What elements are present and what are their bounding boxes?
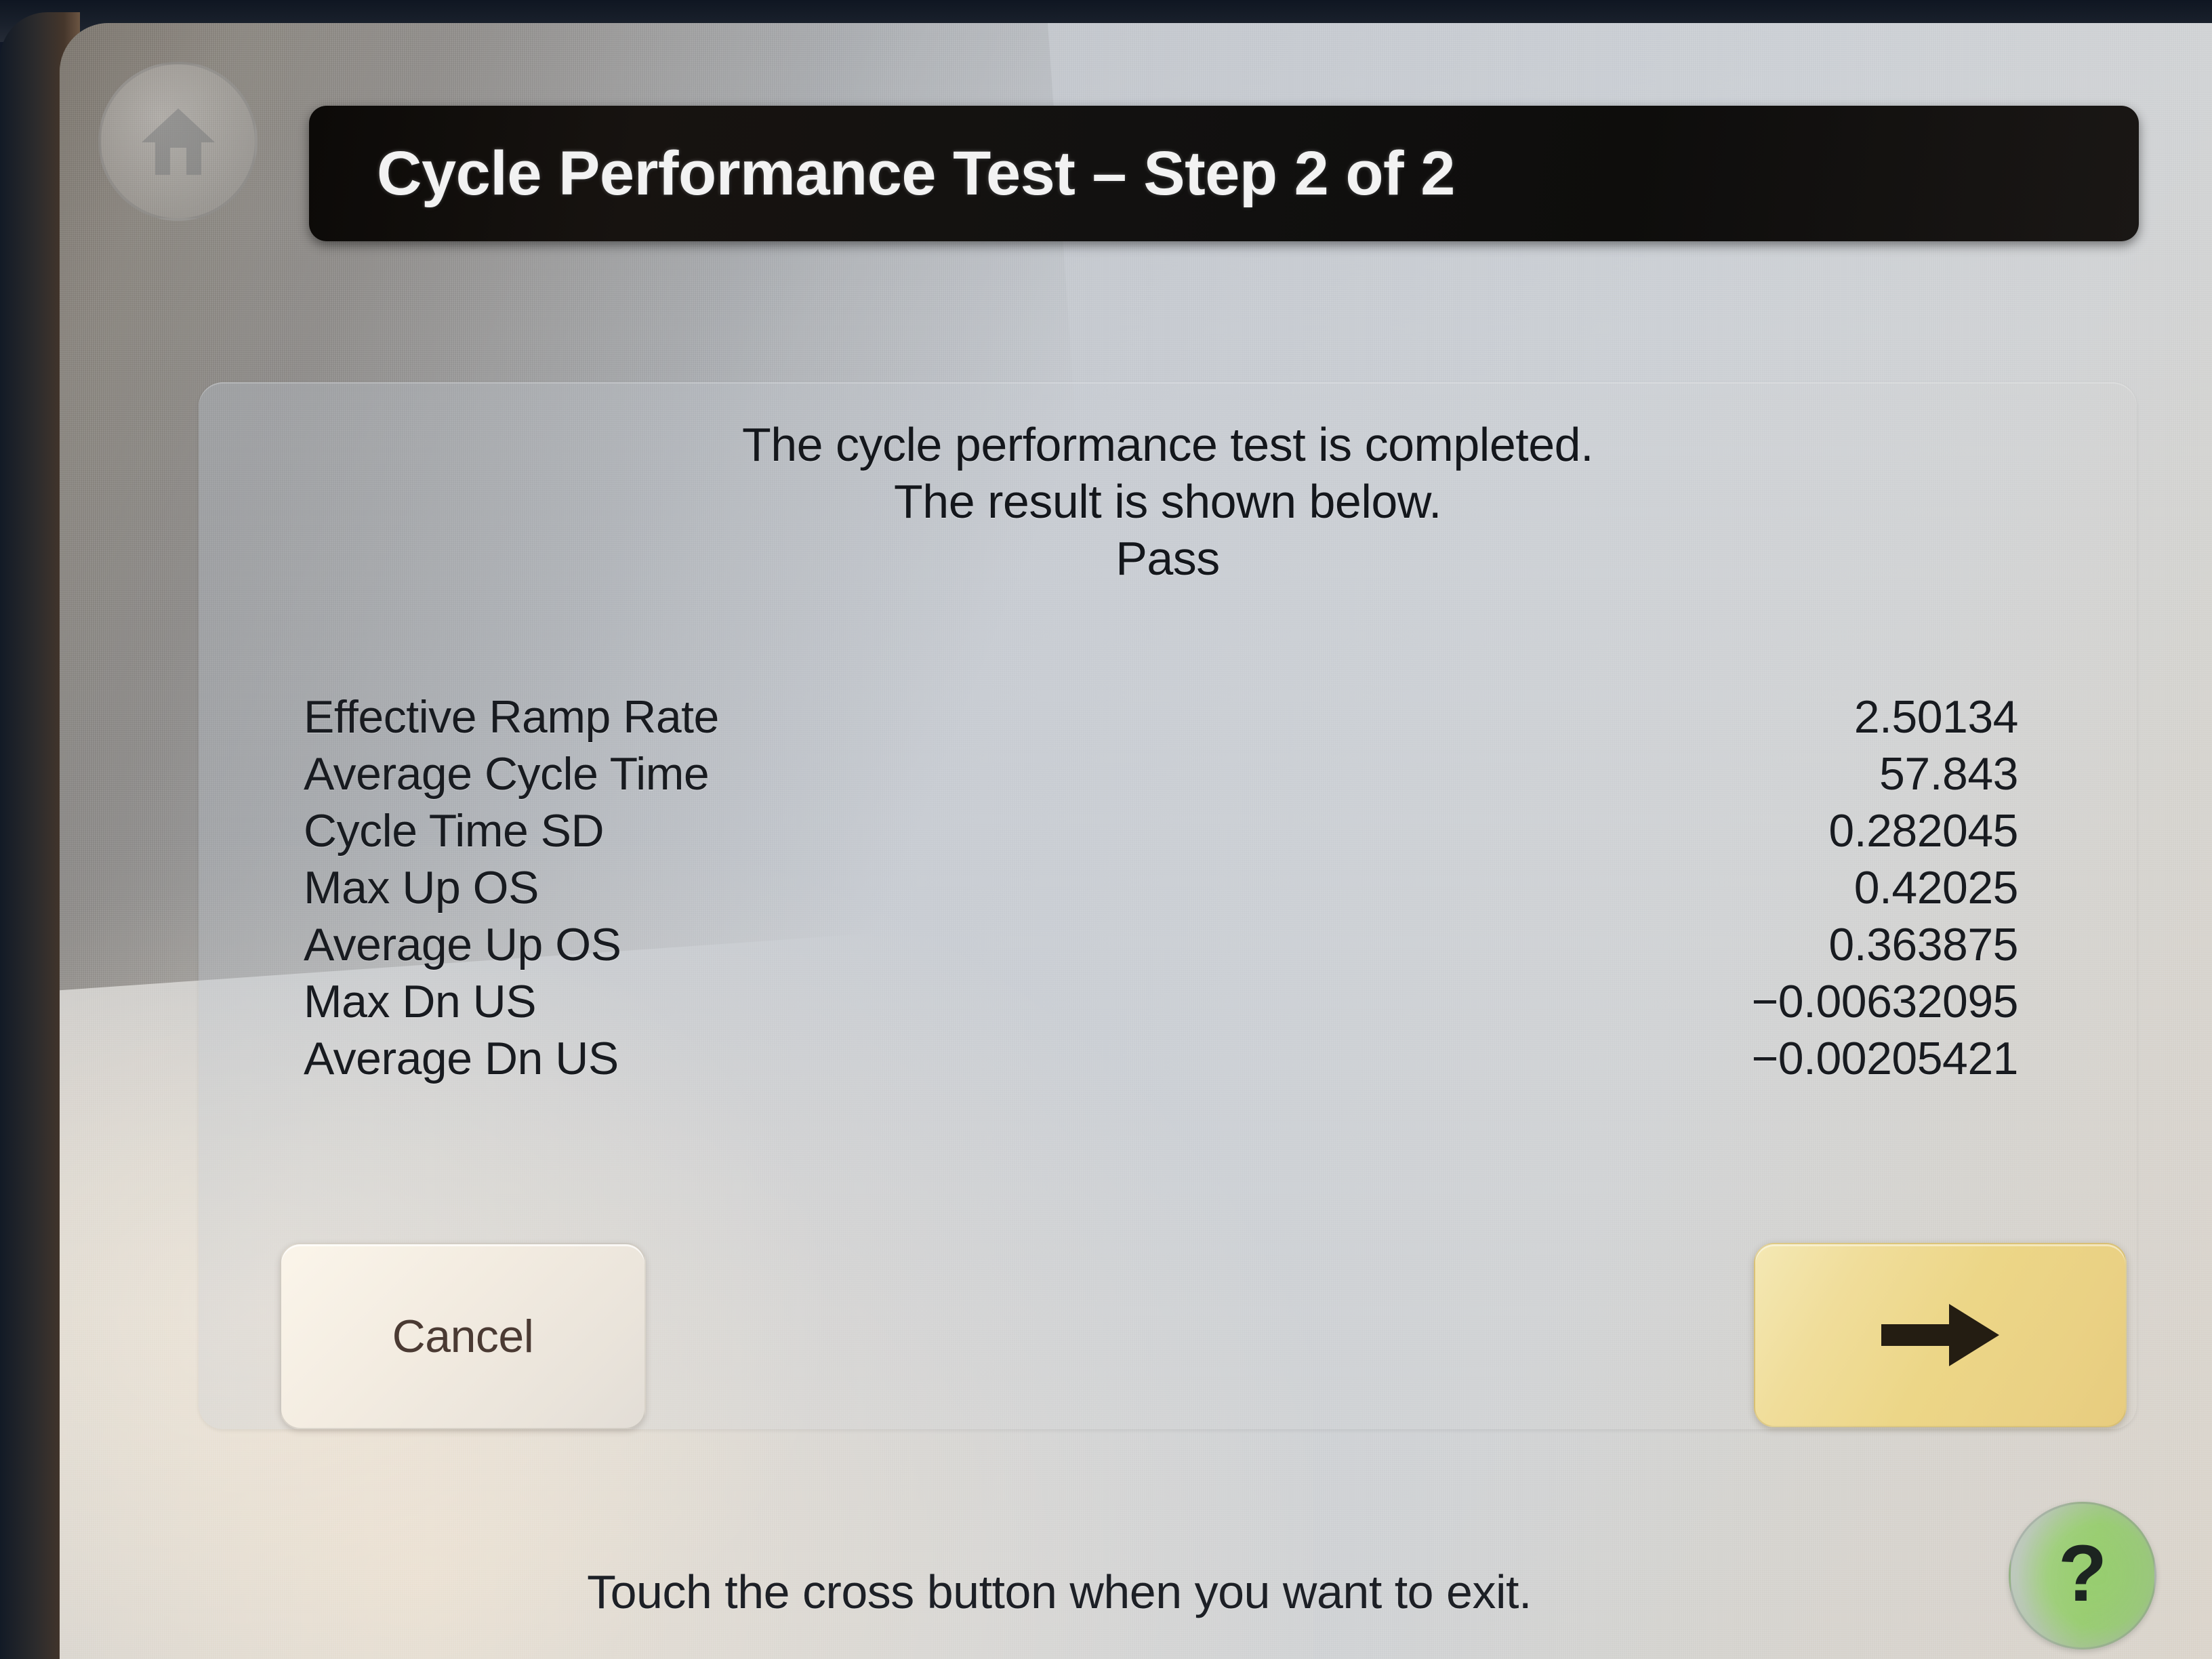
result-value: 0.363875 [1828,919,2018,970]
message-line-1: The cycle performance test is completed. [741,418,1594,471]
table-row: Cycle Time SD 0.282045 [304,804,2018,861]
result-label: Cycle Time SD [304,805,605,857]
table-row: Max Up OS 0.42025 [304,861,2019,918]
result-value: 2.50134 [1853,691,2019,743]
touchscreen: Cycle Performance Test – Step 2 of 2 The… [60,23,2212,1659]
result-label: Average Up OS [304,919,621,970]
table-row: Average Dn US −0.00205421 [304,1032,2019,1089]
result-value: 57.843 [1879,748,2018,800]
message-block: The cycle performance test is completed.… [199,416,2137,587]
result-label: Average Dn US [304,1033,619,1084]
title-bar: Cycle Performance Test – Step 2 of 2 [309,106,2139,241]
cancel-button-label: Cancel [392,1310,534,1362]
result-value: 0.282045 [1828,805,2018,857]
arrow-right-icon [1881,1304,1999,1366]
message-line-2: The result is shown below. [894,475,1441,528]
question-mark-icon: ? [2057,1529,2108,1618]
test-result-status: Pass [1115,532,1220,585]
result-label: Max Dn US [304,976,537,1027]
result-value: −0.00205421 [1751,1033,2019,1084]
result-value: 0.42025 [1853,862,2019,914]
page-title: Cycle Performance Test – Step 2 of 2 [377,138,1455,208]
result-label: Effective Ramp Rate [304,691,719,743]
table-row: Average Cycle Time 57.843 [304,747,2018,804]
next-button[interactable] [1754,1243,2127,1427]
footer-hint: Touch the cross button when you want to … [587,1565,1532,1618]
table-row: Max Dn US −0.00632095 [304,975,2019,1032]
result-value: −0.00632095 [1751,976,2019,1027]
results-table: Effective Ramp Rate 2.50134 Average Cycl… [304,691,2019,1089]
home-icon [141,108,215,175]
help-button[interactable]: ? [2009,1502,2156,1650]
table-row: Effective Ramp Rate 2.50134 [304,691,2019,747]
device-photo: Cycle Performance Test – Step 2 of 2 The… [0,0,2212,1659]
home-button[interactable] [98,62,258,221]
result-label: Max Up OS [304,862,539,914]
result-label: Average Cycle Time [304,748,710,800]
table-row: Average Up OS 0.363875 [304,918,2018,975]
cancel-button[interactable]: Cancel [280,1243,646,1429]
